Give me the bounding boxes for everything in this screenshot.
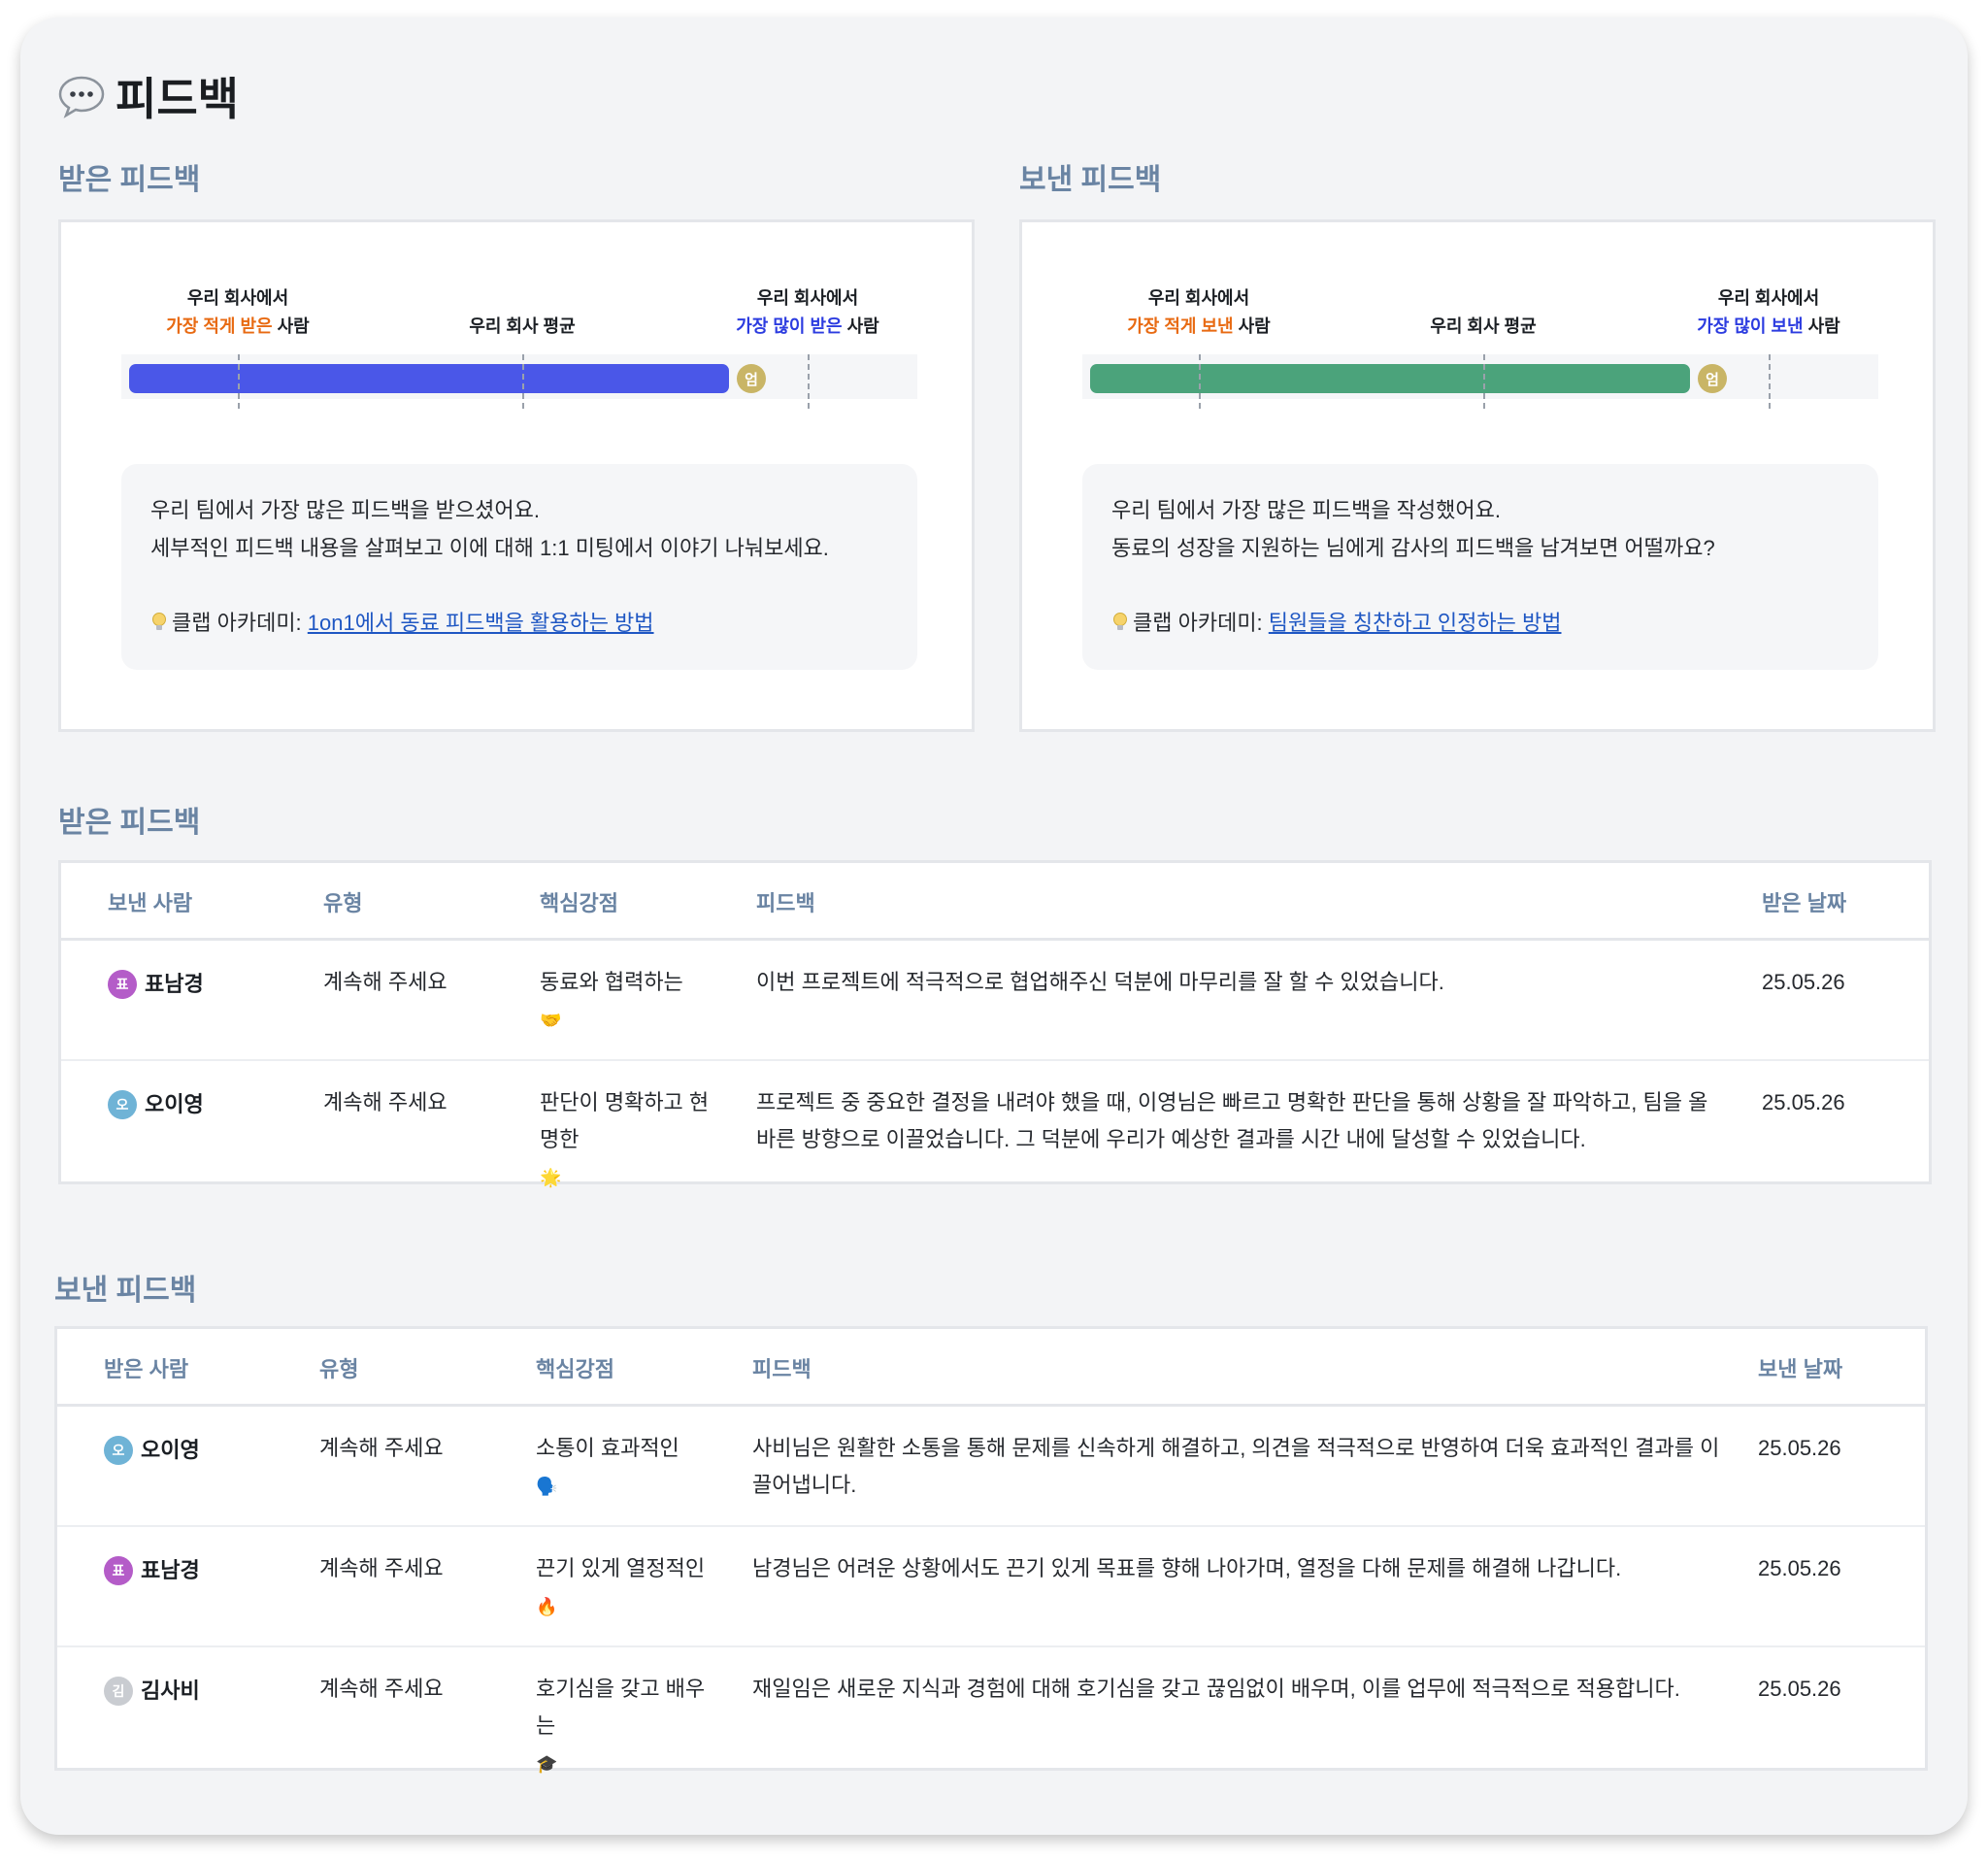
person-cell: 오 오이영 [108,1086,204,1123]
my-avatar: 엄 [737,364,766,393]
col-strength: 핵심강점 [536,1357,614,1381]
strength-cell: 동료와 협력하는 🤝 [540,970,683,1030]
person-name: 표남경 [145,972,204,996]
feedback-cell: 사비님은 원활한 소통을 통해 문제를 신속하게 해결하고, 의견을 적극적으로… [752,1436,1720,1497]
avg-tick [522,354,524,409]
type-cell: 계속해 주세요 [319,1436,444,1460]
speech-bubble-icon [58,76,105,118]
sent-summary-title: 보낸 피드백 [1019,164,1162,196]
feedback-cell: 남경님은 어려운 상황에서도 끈기 있게 목표를 향해 나아가며, 열정을 다해… [752,1556,1622,1580]
strength-emoji-icon: 🎓 [536,1754,558,1774]
type-cell: 계속해 주세요 [319,1677,444,1701]
strength-cell: 소통이 효과적인 🗣️ [536,1436,679,1496]
table-row[interactable]: 표 표남경 계속해 주세요 동료와 협력하는 🤝 이번 프로젝트에 적극적으로 협업해주신… [61,941,1929,1061]
feedback-cell: 프로젝트 중 중요한 결정을 내려야 했을 때, 이영님은 빠르고 명확한 판단… [756,1090,1708,1151]
strength-emoji-icon: 🗣️ [536,1477,558,1496]
page-title-text: 피드백 [116,74,239,124]
lightbulb-icon [1113,613,1127,630]
feedback-cell: 재일임은 새로운 지식과 경험에 대해 호기심을 갖고 끊임없이 배우며, 이를… [752,1677,1680,1701]
lightbulb-icon [152,613,166,630]
date-cell: 25.05.26 [1758,1556,1841,1580]
avg-marker: 우리 회사 평균 [1430,316,1537,336]
person-cell: 김 김사비 [104,1673,200,1710]
type-cell: 계속해 주세요 [323,970,447,994]
strength-emoji-icon: 🔥 [536,1597,558,1616]
avatar: 표 [108,970,137,999]
received-note: 우리 팀에서 가장 많은 피드백을 받으셨어요. 세부적인 피드백 내용을 살펴… [121,464,917,670]
col-person: 받은 사람 [104,1357,189,1381]
avatar: 김 [104,1677,133,1706]
col-type: 유형 [323,891,363,915]
avatar: 오 [104,1436,133,1465]
table-row[interactable]: 오 오이영 계속해 주세요 판단이 명확하고 현명한 🌟 프로젝트 중 중요한 결정을 내… [61,1061,1929,1187]
min-marker: 우리 회사에서 가장 적게 보낸 사람 [1127,288,1271,336]
min-tick [238,354,240,409]
min-tick [1199,354,1201,409]
academy-link[interactable]: 1on1에서 동료 피드백을 활용하는 방법 [308,611,654,635]
strength-cell: 끈기 있게 열정적인 🔥 [536,1556,706,1616]
col-strength: 핵심강점 [540,891,618,915]
sent-summary-card: 우리 회사에서 가장 적게 보낸 사람 우리 회사 평균 우리 회사에서 가장 … [1019,219,1936,732]
table-row[interactable]: 김 김사비 계속해 주세요 호기심을 갖고 배우는 🎓 재일임은 새로운 지식과 경험에 … [57,1647,1925,1774]
sent-bar-track: 엄 [1082,354,1878,409]
avg-marker: 우리 회사 평균 [469,316,576,336]
strength-emoji-icon: 🌟 [540,1168,562,1187]
received-bar-fill [129,364,729,393]
date-cell: 25.05.26 [1758,1436,1841,1460]
avatar: 표 [104,1556,133,1585]
type-cell: 계속해 주세요 [323,1090,447,1114]
col-feedback: 피드백 [756,891,815,915]
type-cell: 계속해 주세요 [319,1556,444,1580]
date-cell: 25.05.26 [1758,1677,1841,1701]
strength-cell: 판단이 명확하고 현명한 🌟 [540,1090,710,1187]
person-name: 오이영 [145,1092,204,1116]
feedback-cell: 이번 프로젝트에 적극적으로 협업해주신 덕분에 마무리를 잘 할 수 있었습니… [756,970,1444,994]
col-date: 받은 날짜 [1762,891,1847,915]
sent-bar-fill [1090,364,1690,393]
max-marker: 우리 회사에서 가장 많이 받은 사람 [736,288,879,336]
avg-tick [1483,354,1485,409]
strength-emoji-icon: 🤝 [540,1011,562,1030]
table-row[interactable]: 오 오이영 계속해 주세요 소통이 효과적인 🗣️ 사비님은 원활한 소통을 통해 문제를… [57,1407,1925,1527]
avatar: 오 [108,1090,137,1119]
person-cell: 오 오이영 [104,1432,200,1469]
date-cell: 25.05.26 [1762,1090,1845,1114]
sent-table-title: 보낸 피드백 [54,1275,197,1307]
max-tick [808,354,810,409]
table-header: 보낸 사람 유형 핵심강점 피드백 받은 날짜 [61,863,1929,941]
page-title: 피드백 [57,64,239,128]
col-feedback: 피드백 [752,1357,812,1381]
received-feedback-table: 보낸 사람 유형 핵심강점 피드백 받은 날짜 표 표남경 계속해 주세요 동료와 협… [58,860,1932,1187]
col-person: 보낸 사람 [108,891,193,915]
received-summary-card: 우리 회사에서 가장 적게 받은 사람 우리 회사 평균 우리 회사에서 가장 … [58,219,975,732]
person-name: 표남경 [141,1558,200,1582]
person-cell: 표 표남경 [104,1552,200,1589]
strength-cell: 호기심을 갖고 배우는 🎓 [536,1677,706,1774]
col-date: 보낸 날짜 [1758,1357,1843,1381]
my-avatar: 엄 [1698,364,1727,393]
received-summary-title: 받은 피드백 [58,164,201,196]
table-row[interactable]: 표 표남경 계속해 주세요 끈기 있게 열정적인 🔥 남경님은 어려운 상황에서도 끈기 … [57,1527,1925,1647]
table-header: 받은 사람 유형 핵심강점 피드백 보낸 날짜 [57,1329,1925,1407]
person-name: 김사비 [141,1678,200,1703]
sent-note: 우리 팀에서 가장 많은 피드백을 작성했어요. 동료의 성장을 지원하는 님에… [1082,464,1878,670]
sent-feedback-table: 받은 사람 유형 핵심강점 피드백 보낸 날짜 오 오이영 계속해 주세요 소통이 효… [54,1326,1928,1774]
min-marker: 우리 회사에서 가장 적게 받은 사람 [166,288,310,336]
received-table-title: 받은 피드백 [58,807,201,839]
person-cell: 표 표남경 [108,966,204,1003]
max-marker: 우리 회사에서 가장 많이 보낸 사람 [1697,288,1840,336]
person-name: 오이영 [141,1438,200,1462]
date-cell: 25.05.26 [1762,970,1845,994]
max-tick [1769,354,1771,409]
col-type: 유형 [319,1357,359,1381]
received-bar-track: 엄 [121,354,917,409]
academy-link[interactable]: 팀원들을 칭찬하고 인정하는 방법 [1269,611,1562,635]
